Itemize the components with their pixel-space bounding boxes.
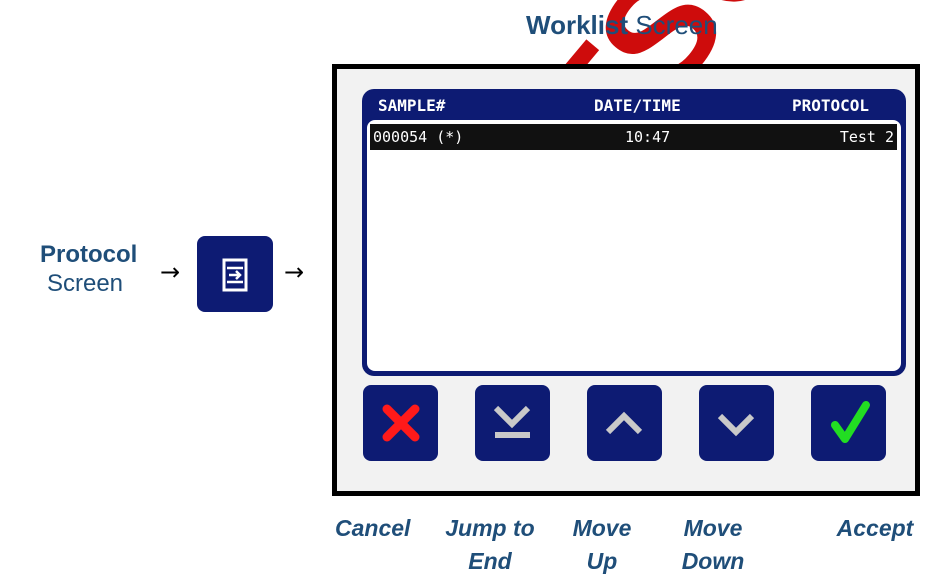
label-accept-text: Accept — [836, 515, 914, 541]
label-move-down-line1: Move — [683, 515, 743, 541]
label-move-down: Move Down — [673, 512, 753, 578]
worklist-row-selected[interactable]: 000054 (*) 10:47 Test 2 — [370, 124, 897, 150]
protocol-caption-rest: Screen — [46, 270, 124, 297]
label-cancel-text: Cancel — [335, 515, 411, 541]
label-move-down-line2: Down — [681, 548, 745, 574]
row-sample: 000054 (*) — [373, 128, 464, 146]
accept-button[interactable] — [811, 385, 886, 461]
label-move-up-line1: Move — [572, 515, 632, 541]
worklist-list[interactable]: 000054 (*) 10:47 Test 2 — [367, 120, 901, 371]
chevron-up-icon — [605, 411, 643, 435]
protocol-caption-bold: Protocol — [40, 241, 138, 268]
page-title-bold: Worklist — [526, 10, 629, 40]
column-header-sample: SAMPLE# — [378, 96, 446, 115]
label-cancel: Cancel — [335, 512, 410, 545]
label-jump-to-end: Jump to End — [445, 512, 535, 578]
worklist-button[interactable] — [197, 236, 273, 312]
page-title: Worklist Screen — [526, 10, 718, 41]
jump-to-end-icon — [493, 405, 531, 438]
cancel-button[interactable] — [363, 385, 438, 461]
worklist-panel: SAMPLE# DATE/TIME PROTOCOL 000054 (*) 10… — [362, 89, 906, 376]
worklist-screen: SAMPLE# DATE/TIME PROTOCOL 000054 (*) 10… — [337, 69, 915, 491]
move-up-button[interactable] — [587, 385, 662, 461]
protocol-screen-caption: Protocol Screen — [40, 240, 138, 298]
check-icon — [831, 401, 870, 443]
jump-to-end-button[interactable] — [475, 385, 550, 461]
button-labels: Cancel Jump to End Move Up Move Down Accept — [330, 512, 925, 576]
label-jump-line1: Jump to — [445, 515, 535, 541]
label-jump-line2: End — [468, 548, 512, 574]
row-time: 10:47 — [625, 128, 671, 146]
device-display: SAMPLE# DATE/TIME PROTOCOL 000054 (*) 10… — [332, 64, 920, 496]
move-down-button[interactable] — [699, 385, 774, 461]
column-header-datetime: DATE/TIME — [594, 96, 681, 115]
flow-arrow-left: → — [160, 258, 181, 286]
x-icon — [382, 404, 420, 442]
page-title-rest: Screen — [628, 10, 718, 40]
chevron-down-icon — [717, 413, 755, 437]
enter-arrow-icon — [222, 258, 248, 292]
row-protocol: Test 2 — [839, 128, 894, 146]
column-header-protocol: PROTOCOL — [792, 96, 870, 115]
flow-arrow-right: → — [284, 258, 305, 286]
label-move-up: Move Up — [562, 512, 642, 578]
list-header: SAMPLE# DATE/TIME PROTOCOL — [362, 89, 906, 119]
label-accept: Accept — [830, 512, 920, 545]
label-move-up-line2: Up — [586, 548, 618, 574]
